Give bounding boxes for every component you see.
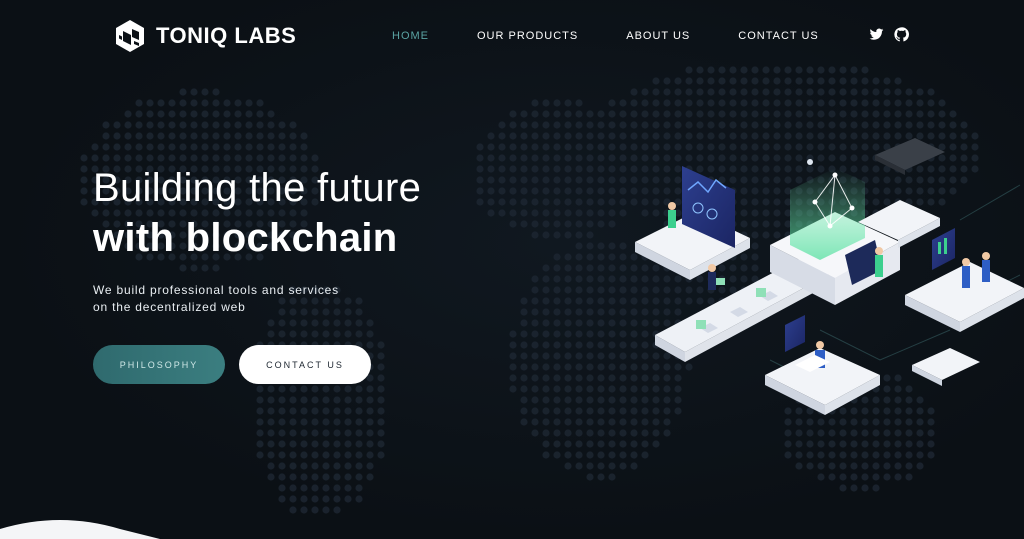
nav-item-our-products[interactable]: OUR PRODUCTS [477,30,578,42]
bottom-section-edge [0,520,160,539]
subtext-line-2: on the decentralized web [93,300,246,314]
hero-subtext: We build professional tools and services… [93,282,339,316]
hero-section: TONIQ LABS HOME OUR PRODUCTS ABOUT US CO… [0,0,1024,539]
brand-name: TONIQ LABS [156,23,297,48]
twitter-icon[interactable] [869,27,884,42]
subtext-line-1: We build professional tools and services [93,283,339,297]
isometric-blockchain-workflow-illustration [635,138,1024,415]
hero-buttons: PHILOSOPHY CONTACT US [93,345,371,384]
toniq-cube-logo-icon [116,20,144,52]
top-navbar: TONIQ LABS HOME OUR PRODUCTS ABOUT US CO… [0,0,1024,72]
brand-logo[interactable]: TONIQ LABS [114,19,296,53]
nav-item-about-us[interactable]: ABOUT US [626,30,690,42]
nav-item-home[interactable]: HOME [392,30,429,42]
contact-us-button[interactable]: CONTACT US [239,345,371,384]
hero-headline: Building the future with blockchain [93,164,421,264]
github-icon[interactable] [894,27,909,42]
main-nav: HOME OUR PRODUCTS ABOUT US CONTACT US [392,30,867,42]
headline-line-2: with blockchain [93,216,398,260]
philosophy-button[interactable]: PHILOSOPHY [93,345,225,384]
headline-line-1: Building the future [93,166,422,210]
social-links [869,27,909,42]
nav-item-contact-us[interactable]: CONTACT US [738,30,819,42]
